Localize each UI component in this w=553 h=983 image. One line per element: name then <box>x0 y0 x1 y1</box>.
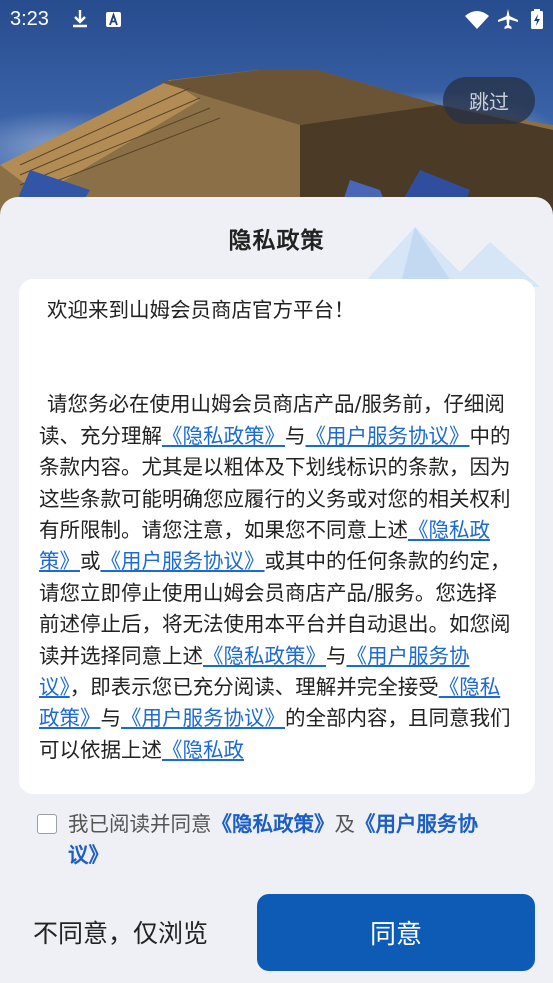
policy-text-scroll[interactable]: 欢迎来到山姆会员商店官方平台！ 请您务必在使用山姆会员商店产品/服务前，仔细阅读… <box>19 279 535 794</box>
scroll-fade <box>19 768 535 794</box>
agree-button[interactable]: 同意 <box>257 894 535 971</box>
privacy-policy-link[interactable]: 《隐私政 <box>162 738 244 762</box>
dialog-title: 隐私政策 <box>228 228 325 254</box>
consent-privacy-link[interactable]: 《隐私政策》 <box>212 812 335 836</box>
user-agreement-link[interactable]: 《用户服务协议》 <box>306 424 470 448</box>
status-bar: 3:23 <box>0 0 553 40</box>
airplane-icon <box>498 9 518 29</box>
policy-text: 或 <box>80 549 101 574</box>
skip-button[interactable]: 跳过 <box>443 77 535 124</box>
policy-text: ，即表示您已充分阅读、理解并完全接受 <box>69 675 439 700</box>
consent-and: 及 <box>334 812 356 836</box>
consent-checkbox[interactable] <box>37 814 57 834</box>
policy-paragraph: 请您务必在使用山姆会员商店产品/服务前，仔细阅读、充分理解《隐私政策》与《用户服… <box>39 389 513 766</box>
text-a-icon <box>106 12 121 27</box>
consent-text: 我已阅读并同意《隐私政策》及《用户服务协议》 <box>68 809 508 871</box>
decline-button[interactable]: 不同意，仅浏览 <box>33 910 208 958</box>
policy-text: 与 <box>326 643 347 668</box>
wifi-icon <box>465 11 489 29</box>
user-agreement-link[interactable]: 《用户服务协议》 <box>121 706 285 730</box>
download-icon <box>73 10 87 28</box>
privacy-dialog: 隐私政策 欢迎来到山姆会员商店官方平台！ 请您务必在使用山姆会员商店产品/服务前… <box>0 197 553 983</box>
welcome-text: 欢迎来到山姆会员商店官方平台！ <box>47 298 355 322</box>
user-agreement-link[interactable]: 《用户服务协议》 <box>101 549 265 573</box>
consent-prefix: 我已阅读并同意 <box>68 812 212 836</box>
policy-text: 与 <box>285 423 306 448</box>
privacy-policy-link[interactable]: 《隐私政策》 <box>162 424 285 448</box>
privacy-policy-link[interactable]: 《隐私政策》 <box>203 644 326 668</box>
policy-text: 与 <box>100 706 122 731</box>
battery-icon <box>531 9 543 29</box>
status-time: 3:23 <box>10 8 49 30</box>
